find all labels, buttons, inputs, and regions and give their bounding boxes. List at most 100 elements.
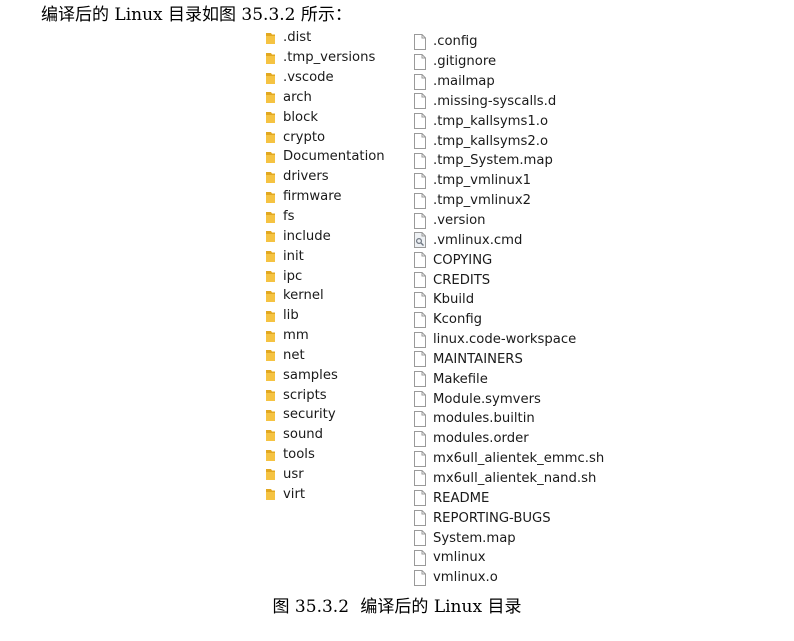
file-item[interactable]: .version xyxy=(414,211,604,231)
item-label: .vscode xyxy=(283,70,334,86)
item-label: sound xyxy=(283,427,324,443)
file-item[interactable]: mx6ull_alientek_nand.sh xyxy=(414,469,604,489)
item-label: .missing-syscalls.d xyxy=(433,93,557,109)
item-label: init xyxy=(283,248,304,264)
file-item[interactable]: modules.builtin xyxy=(414,409,604,429)
item-label: net xyxy=(283,347,305,363)
folder-item[interactable]: mm xyxy=(265,326,385,346)
folder-item[interactable]: usr xyxy=(265,465,385,485)
folder-icon xyxy=(265,269,276,283)
folder-item[interactable]: init xyxy=(265,246,385,266)
file-item[interactable]: modules.order xyxy=(414,429,604,449)
file-item[interactable]: Kbuild xyxy=(414,290,604,310)
file-item[interactable]: .config xyxy=(414,32,604,52)
item-label: usr xyxy=(283,466,304,482)
file-item[interactable]: vmlinux.o xyxy=(414,568,604,588)
folder-list: .dist .tmp_versions .vscode arch block crypto… xyxy=(265,28,385,504)
file-icon xyxy=(414,212,426,229)
folder-item[interactable]: virt xyxy=(265,484,385,504)
folder-icon xyxy=(265,289,276,303)
folder-item[interactable]: ipc xyxy=(265,266,385,286)
file-list: .config .gitignore .mailmap .missing-syscal… xyxy=(414,32,604,588)
item-label: .version xyxy=(433,213,486,229)
folder-icon xyxy=(265,428,276,442)
folder-item[interactable]: firmware xyxy=(265,187,385,207)
folder-icon xyxy=(265,110,276,124)
item-label: Makefile xyxy=(433,371,488,387)
item-label: lib xyxy=(283,308,299,324)
file-item[interactable]: .gitignore xyxy=(414,52,604,72)
folder-item[interactable]: net xyxy=(265,346,385,366)
file-item[interactable]: COPYING xyxy=(414,250,604,270)
file-icon xyxy=(414,470,426,487)
item-label: modules.builtin xyxy=(433,411,535,427)
folder-item[interactable]: .dist xyxy=(265,28,385,48)
file-icon xyxy=(414,73,426,90)
folder-icon xyxy=(265,229,276,243)
folder-icon xyxy=(265,329,276,343)
folder-item[interactable]: security xyxy=(265,405,385,425)
file-item[interactable]: .tmp_kallsyms2.o xyxy=(414,131,604,151)
file-item[interactable]: Makefile xyxy=(414,369,604,389)
folder-item[interactable]: fs xyxy=(265,207,385,227)
folder-item[interactable]: arch xyxy=(265,88,385,108)
file-item[interactable]: .tmp_kallsyms1.o xyxy=(414,111,604,131)
folder-item[interactable]: samples xyxy=(265,365,385,385)
file-item[interactable]: .tmp_System.map xyxy=(414,151,604,171)
folder-icon xyxy=(265,368,276,382)
item-label: .config xyxy=(433,34,478,50)
folder-item[interactable]: scripts xyxy=(265,385,385,405)
folder-icon xyxy=(265,51,276,65)
file-item[interactable]: README xyxy=(414,488,604,508)
file-item[interactable]: .missing-syscalls.d xyxy=(414,92,604,112)
file-item[interactable]: Kconfig xyxy=(414,310,604,330)
item-label: scripts xyxy=(283,387,327,403)
file-item[interactable]: System.map xyxy=(414,528,604,548)
item-label: COPYING xyxy=(433,252,493,268)
item-label: drivers xyxy=(283,169,329,185)
folder-icon xyxy=(265,348,276,362)
file-item[interactable]: .vmlinux.cmd xyxy=(414,230,604,250)
folder-item[interactable]: kernel xyxy=(265,286,385,306)
file-item[interactable]: linux.code-workspace xyxy=(414,330,604,350)
figure-title: 编译后的 Linux 目录 xyxy=(360,597,522,617)
file-item[interactable]: CREDITS xyxy=(414,270,604,290)
file-item[interactable]: REPORTING-BUGS xyxy=(414,508,604,528)
item-label: mx6ull_alientek_nand.sh xyxy=(433,470,597,486)
file-item[interactable]: vmlinux xyxy=(414,548,604,568)
folder-item[interactable]: tools xyxy=(265,445,385,465)
item-label: security xyxy=(283,407,336,423)
folder-icon xyxy=(265,408,276,422)
folder-item[interactable]: drivers xyxy=(265,167,385,187)
folder-item[interactable]: lib xyxy=(265,306,385,326)
item-label: ipc xyxy=(283,268,303,284)
file-item[interactable]: .tmp_vmlinux2 xyxy=(414,191,604,211)
folder-icon xyxy=(265,130,276,144)
folder-item[interactable]: .tmp_versions xyxy=(265,48,385,68)
item-label: .tmp_System.map xyxy=(433,153,553,169)
item-label: virt xyxy=(283,486,306,502)
file-icon xyxy=(414,391,426,408)
item-label: tools xyxy=(283,447,315,463)
file-item[interactable]: MAINTAINERS xyxy=(414,350,604,370)
item-label: MAINTAINERS xyxy=(433,351,523,367)
folder-item[interactable]: .vscode xyxy=(265,68,385,88)
file-item[interactable]: mx6ull_alientek_emmc.sh xyxy=(414,449,604,469)
item-label: .vmlinux.cmd xyxy=(433,232,523,248)
folder-item[interactable]: block xyxy=(265,107,385,127)
file-icon xyxy=(414,133,426,150)
folder-item[interactable]: include xyxy=(265,226,385,246)
file-item[interactable]: Module.symvers xyxy=(414,389,604,409)
folder-item[interactable]: sound xyxy=(265,425,385,445)
item-label: Module.symvers xyxy=(433,391,541,407)
item-label: .mailmap xyxy=(433,74,495,90)
folder-item[interactable]: crypto xyxy=(265,127,385,147)
folder-icon xyxy=(265,448,276,462)
file-icon xyxy=(414,152,426,169)
folder-icon xyxy=(265,31,276,45)
file-item[interactable]: .tmp_vmlinux1 xyxy=(414,171,604,191)
file-item[interactable]: .mailmap xyxy=(414,72,604,92)
folder-item[interactable]: Documentation xyxy=(265,147,385,167)
figure-caption: 图 35.3.2 编译后的 Linux 目录 xyxy=(0,596,794,618)
file-icon xyxy=(414,569,426,586)
